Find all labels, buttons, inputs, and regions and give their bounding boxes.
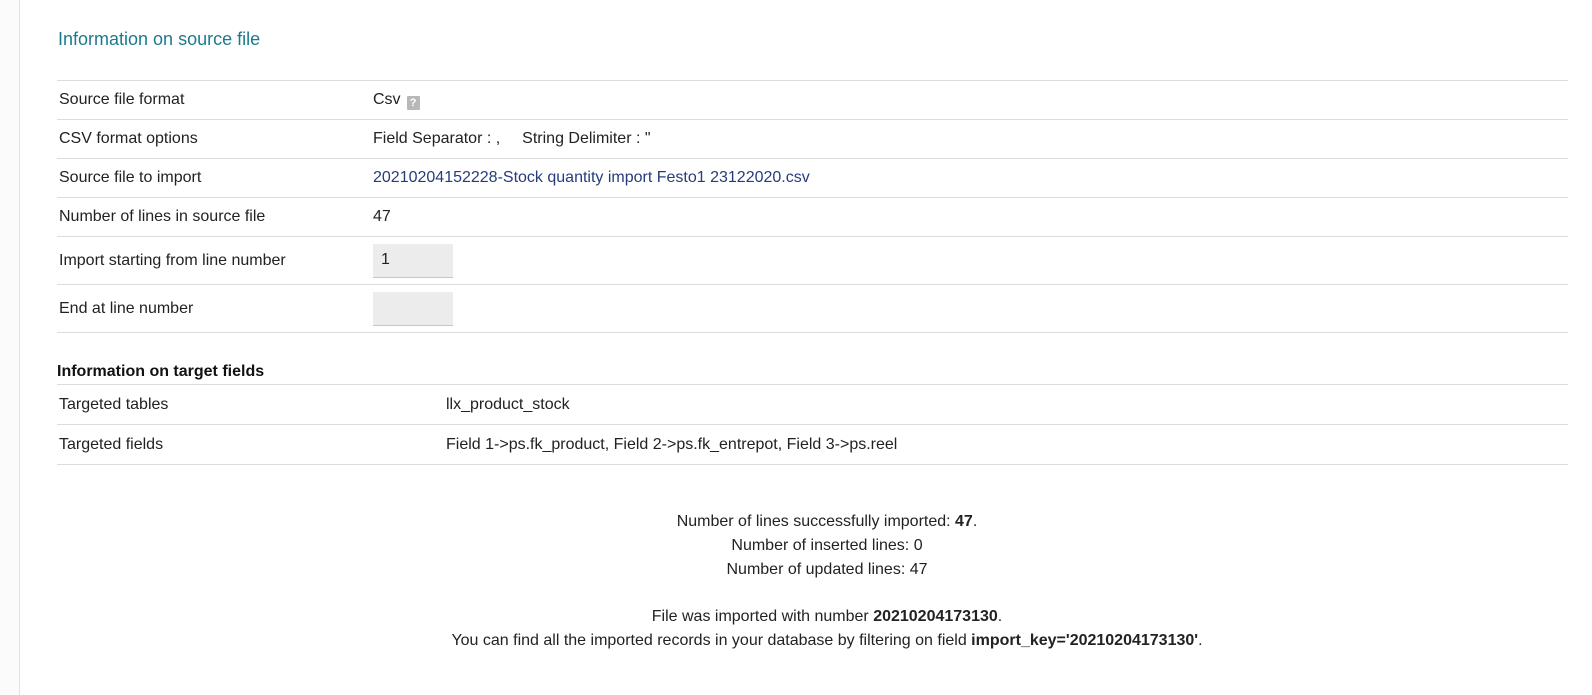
table-row: Source file to import 20210204152228-Sto… — [57, 158, 1568, 198]
table-row: Number of lines in source file 47 — [57, 197, 1568, 237]
target-section-title: Information on target fields — [57, 363, 265, 380]
table-row: CSV format options Field Separator : , St… — [57, 119, 1568, 159]
end-line-input[interactable] — [373, 291, 453, 326]
lines-value: 47 — [373, 208, 391, 225]
inserted-line: Number of inserted lines: 0 — [731, 537, 923, 554]
table-row: Targeted tables llx_product_stock — [57, 384, 1568, 425]
import-result-summary: Number of lines successfully imported: 4… — [57, 510, 1592, 653]
string-delimiter: String Delimiter : " — [522, 130, 651, 147]
tables-label: Targeted tables — [59, 395, 169, 413]
import-number-line: File was imported with number 2021020417… — [57, 605, 1592, 629]
left-rail — [0, 0, 20, 695]
fields-label: Targeted fields — [59, 435, 164, 453]
updated-line: Number of updated lines: 47 — [726, 561, 928, 578]
success-line: Number of lines successfully imported: 4… — [57, 510, 1592, 534]
format-value-cell: Csv? — [371, 81, 1568, 120]
filter-key: import_key='20210204173130' — [971, 632, 1199, 649]
tables-value: llx_product_stock — [446, 395, 570, 413]
filter-suffix: . — [1198, 632, 1203, 649]
end-line-cell — [371, 285, 1568, 333]
csv-options-label: CSV format options — [59, 130, 198, 147]
help-icon[interactable]: ? — [406, 95, 420, 110]
end-line-label: End at line number — [59, 299, 194, 317]
section-title: Information on source file — [58, 29, 261, 49]
target-info-table: Targeted tables llx_product_stock Target… — [57, 384, 1568, 465]
file-cell: 20210204152228-Stock quantity import Fes… — [371, 159, 1568, 198]
source-file-link[interactable]: 20210204152228-Stock quantity import Fes… — [373, 169, 810, 186]
filter-hint-line: You can find all the imported records in… — [57, 629, 1592, 653]
import-number: 20210204173130 — [873, 608, 998, 625]
format-label: Source file format — [59, 91, 185, 108]
success-count: 47 — [955, 513, 973, 530]
format-value: Csv — [373, 90, 401, 108]
success-suffix: . — [972, 513, 978, 530]
lines-label: Number of lines in source file — [59, 208, 266, 225]
start-line-cell — [371, 237, 1568, 285]
source-info-table: Source file format Csv? CSV format optio… — [57, 80, 1568, 333]
table-row: End at line number — [57, 284, 1568, 333]
start-line-label: Import starting from line number — [59, 251, 286, 269]
import-number-suffix: . — [997, 608, 1003, 625]
table-row: Targeted fields Field 1->ps.fk_product, … — [57, 424, 1568, 465]
table-row: Import starting from line number — [57, 236, 1568, 285]
fields-value: Field 1->ps.fk_product, Field 2->ps.fk_e… — [446, 435, 898, 453]
csv-options-cell: Field Separator : , String Delimiter : " — [371, 120, 1568, 159]
file-label: Source file to import — [59, 169, 202, 186]
success-prefix: Number of lines successfully imported: — [676, 513, 956, 530]
filter-prefix: You can find all the imported records in… — [451, 632, 972, 649]
table-row: Source file format Csv? — [57, 80, 1568, 120]
field-separator: Field Separator : , — [373, 130, 501, 147]
import-number-prefix: File was imported with number — [651, 608, 874, 625]
start-line-input[interactable] — [373, 243, 453, 278]
